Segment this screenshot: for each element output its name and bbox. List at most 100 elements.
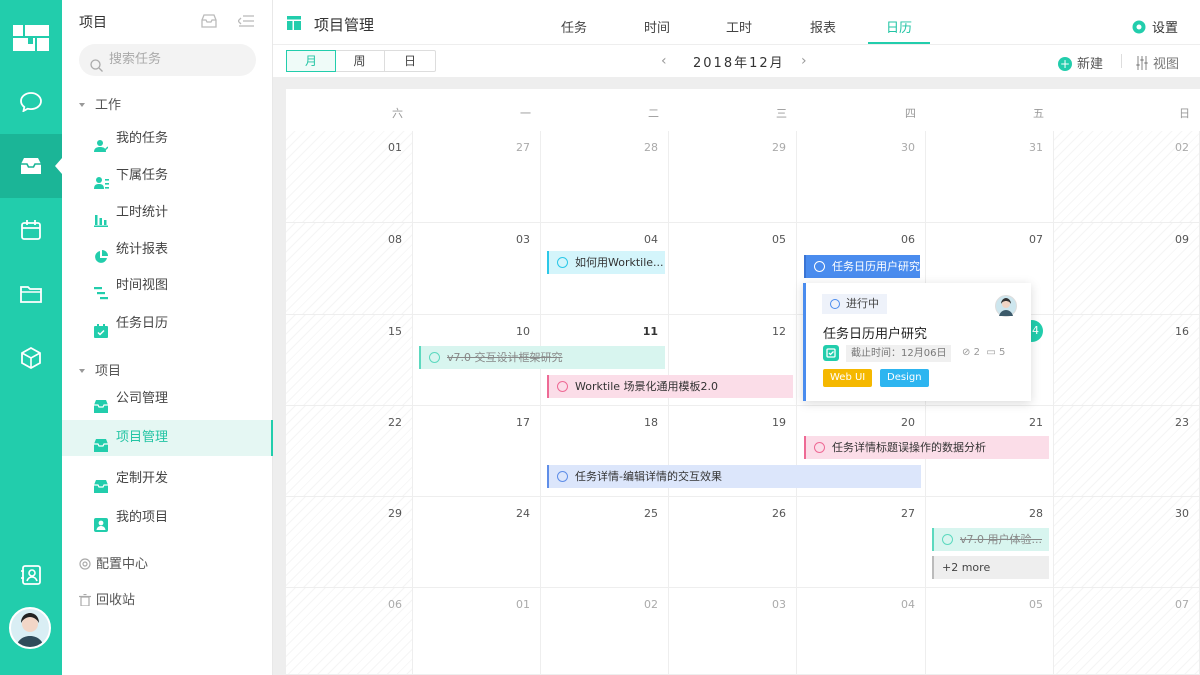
calendar-day-cell[interactable]: 23 [1054, 406, 1200, 497]
calendar-day-cell[interactable]: 04 [797, 588, 926, 675]
calendar-day-cell[interactable]: 08 [286, 223, 413, 315]
plus-icon: + [1058, 57, 1072, 71]
view-options-button[interactable]: 视图 [1135, 53, 1179, 74]
day-number: 15 [388, 325, 402, 338]
day-number: 28 [644, 141, 658, 154]
inbox-tray-icon[interactable] [201, 13, 217, 32]
calendar-day-cell[interactable]: 06 [286, 588, 413, 675]
sidebar-item-project-management[interactable]: 项目管理 [62, 420, 273, 456]
view-week-button[interactable]: 周 [335, 51, 385, 71]
next-month-icon[interactable]: › [801, 53, 807, 69]
group-project-label: 项目 [95, 364, 122, 379]
status-badge[interactable]: 进行中 [822, 294, 887, 314]
calendar-event[interactable]: v7.0 交互设计框架研究 [419, 346, 665, 369]
calendar-day-cell[interactable]: 30 [797, 131, 926, 223]
view-month-button[interactable]: 月 [286, 50, 336, 72]
day-number: 07 [1175, 598, 1189, 611]
calendar-day-cell[interactable]: 09 [1054, 223, 1200, 315]
weekday-header: 四 [905, 107, 916, 120]
weekday-header: 三 [776, 107, 787, 120]
sidebar-item-task-calendar[interactable]: 任务日历 [62, 306, 273, 342]
weekday-header: 五 [1033, 107, 1044, 120]
day-number: 11 [642, 325, 658, 338]
search-input[interactable]: 搜索任务 [79, 44, 256, 76]
inbox-icon[interactable] [0, 134, 62, 198]
calendar-icon[interactable] [0, 198, 62, 262]
sidebar-item-custom-dev[interactable]: 定制开发 [62, 461, 273, 497]
folder-icon[interactable] [0, 262, 62, 326]
calendar-day-cell[interactable]: 07 [1054, 588, 1200, 675]
avatar[interactable] [9, 607, 51, 649]
calendar-toolbar: 月 周 日 ‹ 2018年12月 › + 新建 视图 [273, 45, 1200, 77]
view-day-button[interactable]: 日 [385, 51, 435, 71]
calendar-day-cell[interactable]: 01 [286, 131, 413, 223]
calendar-day-cell[interactable]: 25 [541, 497, 669, 588]
sidebar-item-trash[interactable]: 回收站 [79, 589, 135, 610]
group-work[interactable]: 工作 [79, 94, 121, 113]
tab-calendar[interactable]: 日历 [886, 17, 912, 36]
tab-hours[interactable]: 工时 [726, 17, 752, 36]
calendar-day-cell[interactable]: 17 [413, 406, 541, 497]
chat-icon[interactable] [0, 70, 62, 134]
calendar-day-cell[interactable]: 22 [286, 406, 413, 497]
sidebar-item-my-tasks[interactable]: 我的任务 [62, 121, 273, 157]
contacts-icon[interactable] [0, 543, 62, 607]
calendar-event[interactable]: 任务详情标题误操作的数据分析 [804, 436, 1049, 459]
cube-icon[interactable] [0, 326, 62, 390]
calendar-event[interactable]: v7.0 用户体验... [932, 528, 1049, 551]
tag-design[interactable]: Design [880, 369, 929, 387]
calendar-day-cell[interactable]: 05 [926, 588, 1054, 675]
sidebar-item-reports[interactable]: 统计报表 [62, 232, 273, 268]
day-number: 24 [516, 507, 530, 520]
day-number: 05 [1029, 598, 1043, 611]
calendar-day-cell[interactable]: 03 [669, 588, 797, 675]
sidebar-item-company[interactable]: 公司管理 [62, 381, 273, 417]
calendar-day-cell[interactable]: 02 [1054, 131, 1200, 223]
calendar-day-cell[interactable]: 01 [413, 588, 541, 675]
calendar-day-cell[interactable]: 31 [926, 131, 1054, 223]
calendar-event[interactable]: 任务详情-编辑详情的交互效果 [547, 465, 921, 488]
tag-web-ui[interactable]: Web UI [823, 369, 873, 387]
tab-tasks[interactable]: 任务 [561, 17, 587, 36]
prev-month-icon[interactable]: ‹ [661, 53, 667, 69]
calendar-day-cell[interactable]: 02 [541, 588, 669, 675]
calendar-event[interactable]: 如何用Worktile... [547, 251, 665, 274]
calendar-day-cell[interactable]: 16 [1054, 315, 1200, 406]
sidebar-item-time-view[interactable]: 时间视图 [62, 268, 273, 304]
calendar-day-cell[interactable]: 28 [541, 131, 669, 223]
logo-icon[interactable] [0, 6, 62, 70]
sidebar-item-hour-stats[interactable]: 工时统计 [62, 195, 273, 231]
calendar-day-cell[interactable]: 30 [1054, 497, 1200, 588]
day-number: 09 [1175, 233, 1189, 246]
group-project[interactable]: 项目 [79, 360, 121, 379]
assignee-avatar[interactable] [995, 295, 1017, 317]
tab-time[interactable]: 时间 [644, 17, 670, 36]
gear-icon [1132, 20, 1146, 38]
due-date: 截止时间：12月06日 [846, 345, 952, 362]
sidebar-item-sub-tasks[interactable]: 下属任务 [62, 158, 273, 194]
calendar-day-cell[interactable]: 15 [286, 315, 413, 406]
calendar-event[interactable]: 任务日历用户研究 [804, 255, 920, 278]
current-month: 2018年12月 [693, 56, 785, 71]
calendar-day-cell[interactable]: 29 [669, 131, 797, 223]
tab-reports[interactable]: 报表 [810, 17, 836, 36]
day-number: 01 [516, 598, 530, 611]
calendar-day-cell[interactable]: 29 [286, 497, 413, 588]
sidebar-item-my-projects[interactable]: 我的项目 [62, 500, 273, 536]
settings-button[interactable]: 设置 [1132, 17, 1178, 38]
day-number: 08 [388, 233, 402, 246]
day-number: 22 [388, 416, 402, 429]
collapse-menu-icon[interactable] [237, 13, 254, 32]
calendar-day-cell[interactable]: 03 [413, 223, 541, 315]
calendar-day-cell[interactable]: 27 [413, 131, 541, 223]
sidebar-item-config[interactable]: 配置中心 [79, 553, 148, 574]
more-events-link[interactable]: +2 more [932, 556, 1049, 579]
task-popup-card[interactable]: 进行中 任务日历用户研究 截止时间：12月06日 ⊘ 2 ▭ 5 Web UI … [803, 283, 1031, 401]
calendar-event[interactable]: Worktile 场景化通用模板2.0 [547, 375, 793, 398]
calendar-day-cell[interactable]: 27 [797, 497, 926, 588]
calendar-day-cell[interactable]: 26 [669, 497, 797, 588]
event-label: 任务详情-编辑详情的交互效果 [575, 470, 722, 483]
new-button[interactable]: + 新建 [1058, 53, 1103, 72]
calendar-day-cell[interactable]: 05 [669, 223, 797, 315]
calendar-day-cell[interactable]: 24 [413, 497, 541, 588]
